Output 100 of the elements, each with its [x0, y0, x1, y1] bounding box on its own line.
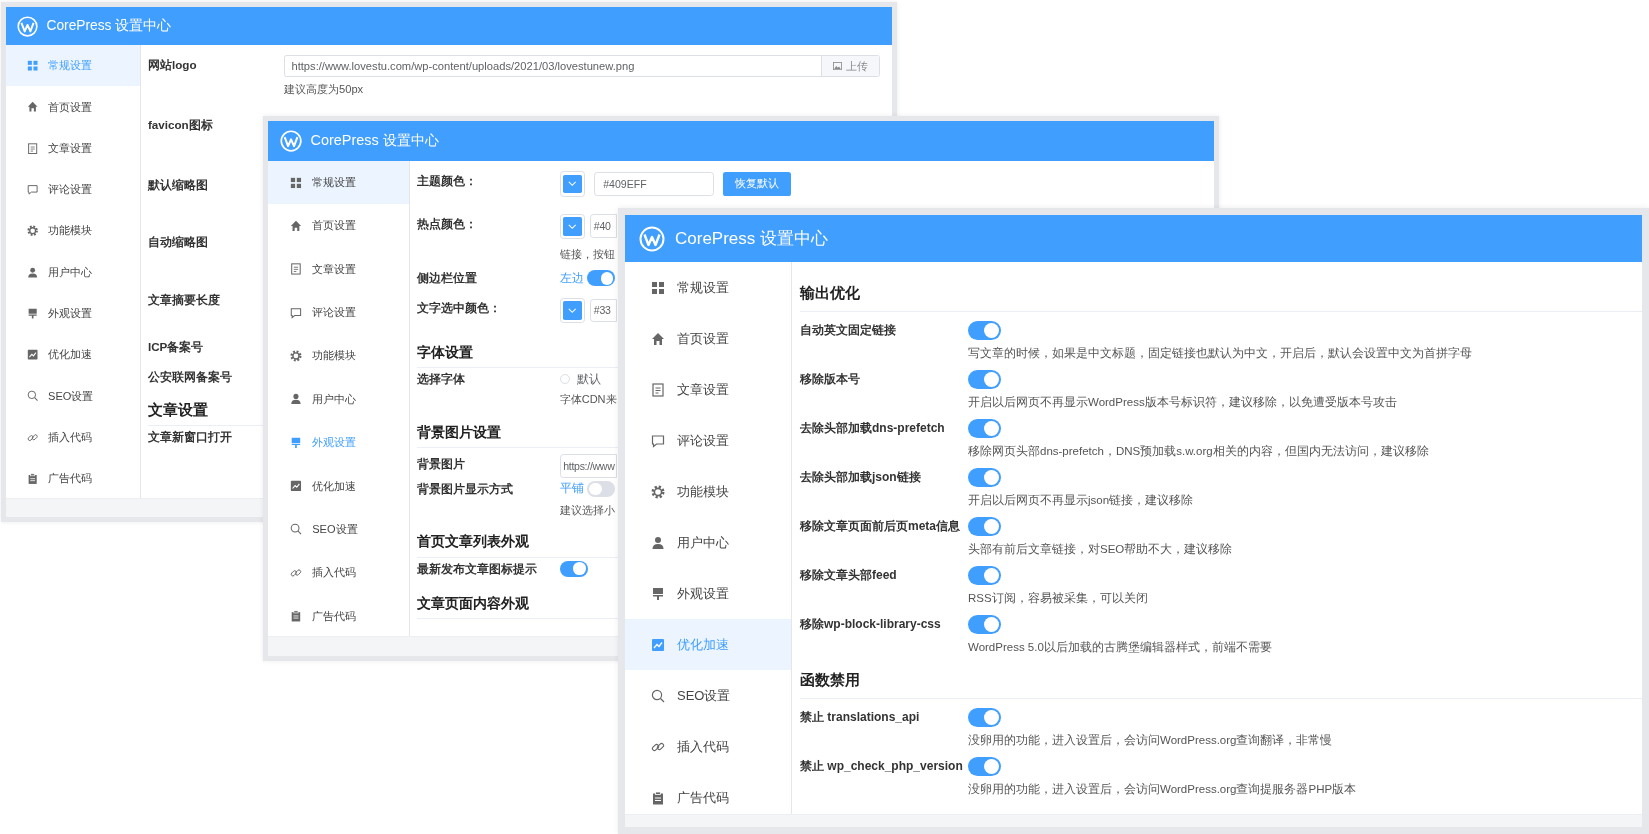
radio-button[interactable]: [559, 374, 570, 385]
document-icon: [651, 382, 665, 397]
sidebar-item[interactable]: 插入代码: [6, 416, 141, 459]
sidebar-item[interactable]: 插入代码: [625, 721, 791, 772]
document-icon: [290, 263, 302, 276]
sidebar-item[interactable]: 常规设置: [268, 160, 410, 205]
toggle-switch[interactable]: [587, 270, 616, 287]
text-field[interactable]: #409EFF: [593, 171, 715, 196]
toggle-switch[interactable]: [968, 707, 1001, 727]
user-icon: [27, 266, 39, 278]
setting-description: WordPress 5.0以后加载的古腾堡编辑器样式，前端不需要: [968, 640, 1272, 655]
sidebar-item[interactable]: 文章设置: [6, 127, 141, 169]
setting-description: 开启以后网页不再显示WordPress版本号标识符，建议移除，以免遭受版本号攻击: [968, 395, 1397, 410]
toggle-switch[interactable]: [968, 756, 1001, 776]
setting-label: 移除版本号: [800, 371, 861, 388]
grid-icon: [651, 280, 665, 295]
home-icon: [651, 331, 665, 346]
clipboard-icon: [27, 473, 39, 485]
chevron-down-icon: [568, 307, 577, 314]
sidebar-item[interactable]: SEO设置: [268, 507, 410, 552]
setting-description: 开启以后网页不再显示json链接，建议移除: [968, 493, 1194, 508]
search-icon: [27, 390, 39, 402]
upload-button[interactable]: 上传: [820, 55, 880, 77]
section-heading: 函数禁用: [800, 661, 1642, 699]
setting-label: 背景图片: [416, 456, 466, 473]
setting-label: 热点颜色：: [416, 216, 478, 232]
setting-description: RSS订阅，容易被采集，可以关闭: [968, 591, 1148, 606]
search-icon: [290, 523, 302, 536]
sidebar-item[interactable]: SEO设置: [6, 375, 141, 417]
sidebar-item[interactable]: 用户中心: [6, 251, 141, 293]
setting-label: 背景图片显示方式: [416, 481, 514, 497]
home-icon: [27, 101, 39, 113]
sidebar-item[interactable]: 广告代码: [268, 594, 410, 637]
toggle-switch[interactable]: [968, 565, 1001, 585]
setting-label: favicon图标: [147, 116, 214, 133]
text-field[interactable]: #40: [590, 214, 618, 239]
setting-label: 主题颜色：: [416, 173, 478, 190]
sidebar-item[interactable]: 插入代码: [268, 551, 410, 595]
chevron-down-icon: [568, 181, 577, 187]
setting-label: 禁止 translations_api: [800, 709, 921, 726]
user-icon: [290, 393, 302, 406]
sidebar-item[interactable]: 优化加速: [268, 464, 410, 508]
setting-label: 文章摘要长度: [147, 292, 221, 309]
sidebar-item[interactable]: 评论设置: [6, 168, 141, 211]
sidebar-item[interactable]: 功能模块: [268, 334, 410, 378]
sidebar-item[interactable]: 功能模块: [6, 210, 141, 252]
setting-hint: 字体CDN来: [559, 391, 617, 407]
toggle-switch[interactable]: [968, 516, 1001, 536]
sidebar-item[interactable]: 功能模块: [625, 466, 791, 517]
section-heading: 输出优化: [800, 274, 1642, 312]
comment-icon: [290, 306, 302, 319]
sidebar-item[interactable]: 广告代码: [6, 458, 141, 499]
clipboard-icon: [651, 790, 665, 805]
toggle-switch[interactable]: [559, 560, 588, 577]
window-title: CorePress 设置中心: [46, 17, 172, 36]
setting-label: 公安联网备案号: [147, 368, 233, 385]
sidebar-item[interactable]: SEO设置: [625, 670, 791, 721]
chart-icon: [651, 637, 665, 652]
grid-icon: [27, 60, 39, 72]
sidebar-item[interactable]: 首页设置: [268, 204, 410, 248]
setting-label: 侧边栏位置: [416, 271, 478, 286]
sidebar-item[interactable]: 首页设置: [6, 86, 141, 128]
color-picker[interactable]: [559, 297, 586, 324]
sidebar-item[interactable]: 优化加速: [6, 334, 141, 376]
setting-hint: 建议选择小: [559, 502, 615, 518]
setting-description: 没卵用的功能，进入设置后，会访问WordPress.org查询提服务器PHP版本: [968, 782, 1357, 797]
sidebar-item[interactable]: 常规设置: [625, 262, 791, 313]
sidebar-item[interactable]: 广告代码: [625, 772, 791, 814]
sidebar-item[interactable]: 文章设置: [268, 247, 410, 291]
setting-label: 默认缩略图: [147, 177, 209, 194]
toggle-label: 左边: [559, 270, 584, 286]
link-icon: [27, 431, 39, 444]
chart-icon: [27, 349, 39, 361]
chart-icon: [290, 480, 302, 492]
url-field[interactable]: https://www: [559, 454, 618, 478]
link-icon: [290, 566, 302, 579]
gear-icon: [290, 350, 302, 362]
grid-icon: [290, 176, 302, 189]
color-picker[interactable]: [559, 213, 586, 240]
clipboard-icon: [290, 610, 302, 622]
logo-icon: [279, 129, 302, 152]
text-field[interactable]: #33: [590, 298, 618, 323]
setting-label: ICP备案号: [147, 339, 205, 356]
toggle-switch[interactable]: [968, 369, 1001, 389]
toggle-switch[interactable]: [968, 614, 1001, 634]
toggle-switch[interactable]: [587, 480, 616, 498]
setting-label: 选择字体: [416, 371, 466, 388]
setting-label: 移除文章头部feed: [800, 567, 898, 584]
setting-label: 自动英文固定链接: [800, 322, 897, 339]
sidebar-item[interactable]: 外观设置: [6, 292, 141, 335]
setting-hint: 建议高度为50px: [284, 81, 364, 97]
sidebar-item[interactable]: 评论设置: [268, 290, 410, 335]
url-field[interactable]: https://www.lovestu.com/wp-content/uploads/2021/03/lovestunew.png 上传: [284, 54, 881, 78]
toggle-switch[interactable]: [968, 467, 1001, 487]
toggle-switch[interactable]: [968, 418, 1001, 438]
brush-icon: [651, 586, 665, 601]
color-picker[interactable]: [559, 171, 586, 197]
toggle-switch[interactable]: [968, 320, 1001, 340]
brush-icon: [290, 436, 302, 449]
radio-label: 默认: [576, 371, 601, 387]
